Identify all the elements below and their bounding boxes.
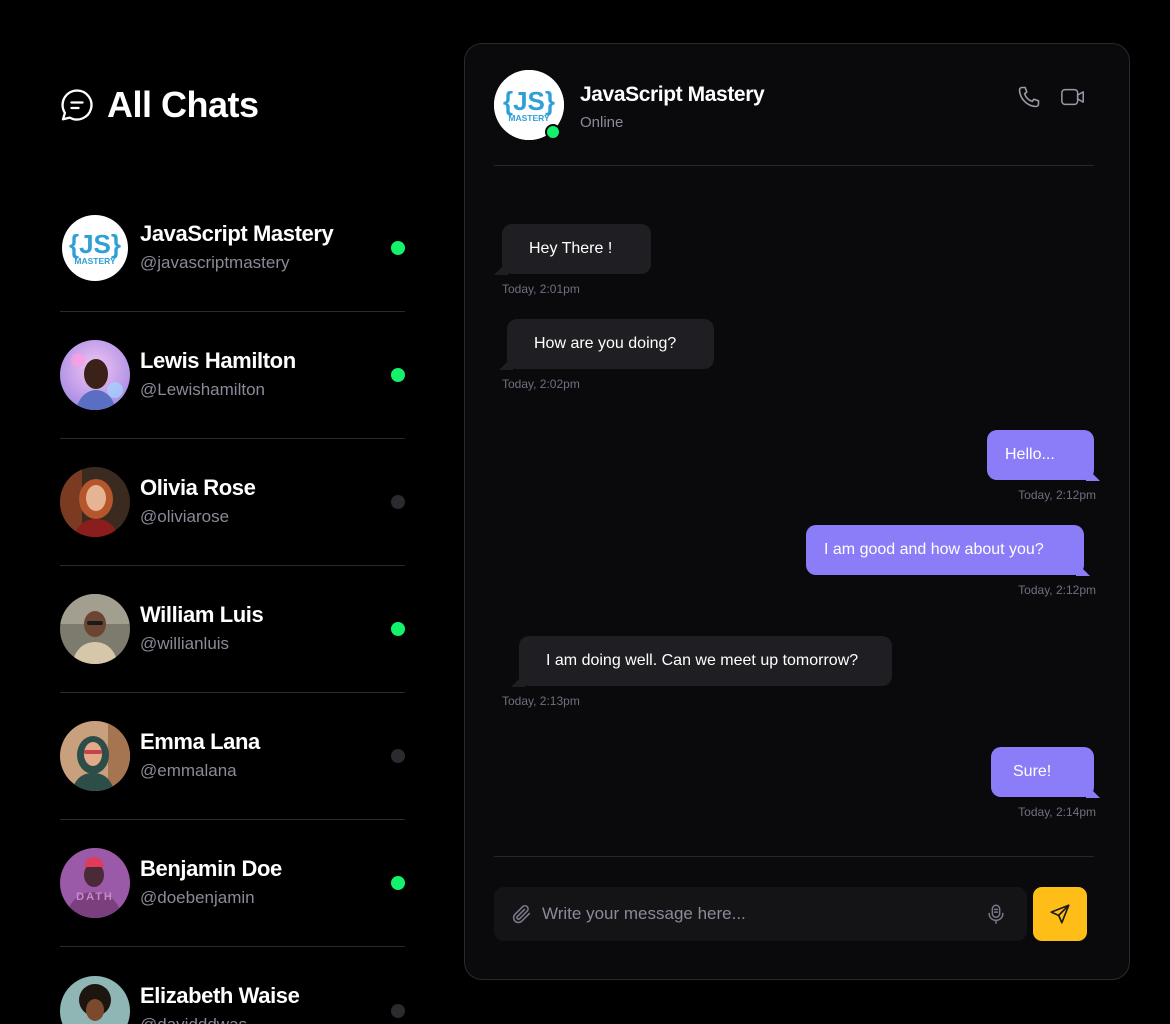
bubble-tail [494,261,508,275]
avatar: DATH [60,848,130,918]
status-dot [391,749,405,763]
message-time: Today, 2:12pm [1018,488,1096,502]
message-time: Today, 2:14pm [1018,805,1096,819]
chat-name: Benjamin Doe [140,855,282,881]
chat-name: Emma Lana [140,728,260,754]
message-outgoing: Hello... Today, 2:12pm [987,430,1100,502]
chat-handle: @Lewishamilton [140,379,265,399]
paperclip-icon[interactable] [511,903,533,925]
chat-handle: @javascriptmastery [140,252,290,272]
avatar: {JS} MASTERY [60,213,130,283]
chat-handle: @oliviarose [140,506,230,526]
chat-item-emma-lana[interactable]: Emma Lana @emmalana [60,693,405,820]
status-dot [391,368,405,382]
message-time: Today, 2:12pm [1018,583,1096,597]
bubble-tail [1086,467,1100,481]
message-text: I am doing well. Can we meet up tomorrow… [546,652,859,669]
message-bubble: Hello... [987,430,1100,481]
status-dot [391,241,405,255]
chat-name: Elizabeth Waise [140,983,300,1008]
message-text: Hey There ! [529,240,613,257]
message-text: Hello... [1005,446,1055,463]
status-dot [391,876,405,890]
message-bubble: Hey There ! [494,224,651,275]
send-icon [1049,903,1071,925]
status-dot [391,495,405,509]
message-text: I am good and how about you? [824,541,1044,558]
chat-name: Olivia Rose [140,474,256,500]
message-incoming: I am doing well. Can we meet up tomorrow… [502,636,892,708]
chat-item-benjamin-doe[interactable]: DATH Benjamin Doe @doebenjamin [60,820,405,947]
message-text: Sure! [1013,763,1052,780]
message-composer [494,887,1027,941]
sidebar-header: All Chats [60,84,405,126]
bubble-tail [1086,784,1100,798]
avatar [60,721,130,791]
message-incoming: Hey There ! Today, 2:01pm [494,224,651,296]
message-outgoing: Sure! Today, 2:14pm [991,747,1100,819]
chat-item-olivia-rose[interactable]: Olivia Rose @oliviarose [60,439,405,566]
avatar-logo-text: {JS} [69,229,121,259]
chat-handle: @doebenjamin [140,887,255,907]
avatar [60,340,130,410]
chat-name: Lewis Hamilton [140,347,296,373]
message-bubble: How are you doing? [499,319,714,370]
chat-name: William Luis [140,601,264,627]
message-time: Today, 2:01pm [502,282,580,296]
chat-handle: @emmalana [140,760,237,780]
message-text: How are you doing? [534,335,677,352]
chat-handle: @willianluis [140,633,230,653]
microphone-icon[interactable] [985,903,1007,925]
chat-item-lewis-hamilton[interactable]: Lewis Hamilton @Lewishamilton [60,312,405,439]
chat-handle: @davidddwas [140,1013,299,1024]
conversation-panel: {JS} MASTERY JavaScript Mastery Online H… [464,43,1130,980]
bubble-tail [1076,562,1090,576]
chat-list: {JS} MASTERY JavaScript Mastery @javascr… [60,185,405,1024]
chat-name: JavaScript Mastery [140,220,334,246]
message-time: Today, 2:13pm [502,694,580,708]
svg-text:DATH: DATH [76,891,114,903]
message-time: Today, 2:02pm [502,377,580,391]
composer-divider [494,856,1094,857]
message-list: Hey There ! Today, 2:01pm How are you do… [465,44,1131,854]
status-dot [391,622,405,636]
message-incoming: How are you doing? Today, 2:02pm [499,319,714,391]
chat-item-javascript-mastery[interactable]: {JS} MASTERY JavaScript Mastery @javascr… [60,185,405,312]
message-input[interactable] [542,904,985,924]
chat-item-william-luis[interactable]: William Luis @willianluis [60,566,405,693]
bubble-tail [511,673,525,687]
chat-bubble-icon [60,88,94,122]
send-button[interactable] [1033,887,1087,941]
message-outgoing: I am good and how about you? Today, 2:12… [806,525,1096,597]
page-title: All Chats [107,84,259,125]
message-bubble: I am good and how about you? [806,525,1090,576]
svg-text:MASTERY: MASTERY [74,256,116,266]
message-bubble: Sure! [991,747,1100,798]
avatar [60,467,130,537]
status-dot [391,1003,405,1018]
avatar [60,594,130,664]
avatar [60,975,130,1024]
message-bubble: I am doing well. Can we meet up tomorrow… [511,636,892,687]
chat-item-elizabeth-waise[interactable]: Elizabeth Waise @davidddwas [60,947,405,1024]
chat-sidebar: All Chats {JS} MASTERY JavaScript Master… [60,84,405,1024]
bubble-tail [499,356,513,370]
